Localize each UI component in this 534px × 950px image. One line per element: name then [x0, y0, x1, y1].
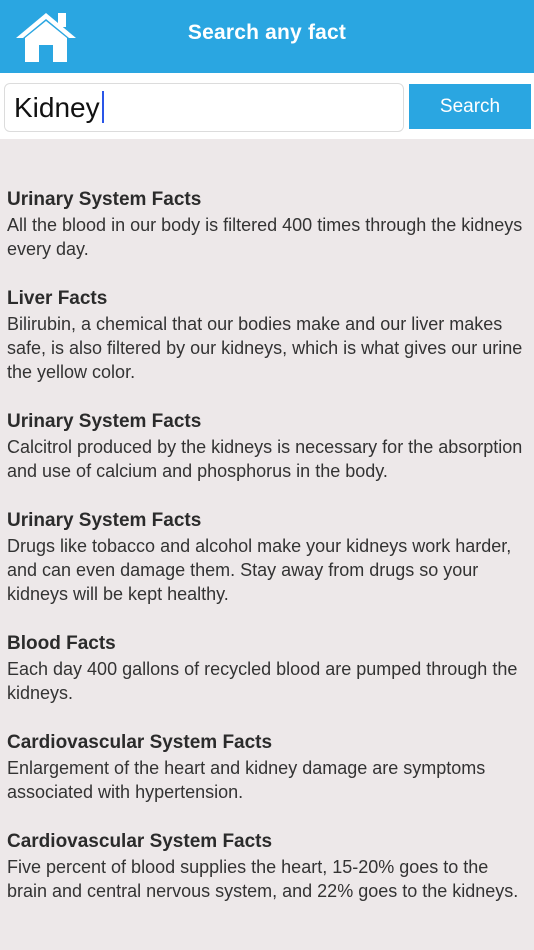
- home-button[interactable]: [14, 9, 78, 65]
- fact-item[interactable]: Cardiovascular System Facts Enlargement …: [7, 730, 527, 804]
- fact-item[interactable]: Cardiovascular System Facts Five percent…: [7, 829, 527, 903]
- fact-item[interactable]: Urinary System Facts Drugs like tobacco …: [7, 508, 527, 606]
- fact-text: Calcitrol produced by the kidneys is nec…: [7, 437, 523, 481]
- fact-title: Blood Facts: [7, 633, 116, 654]
- home-icon: [16, 13, 76, 62]
- page-title: Search any fact: [187, 21, 347, 44]
- fact-text: Drugs like tobacco and alcohol make your…: [7, 536, 512, 604]
- fact-text: All the blood in our body is filtered 40…: [7, 215, 523, 259]
- text-caret: [102, 91, 104, 123]
- search-bar: Search: [0, 73, 534, 139]
- fact-text: Five percent of blood supplies the heart…: [7, 857, 519, 901]
- results-list: Urinary System Facts All the blood in ou…: [7, 187, 527, 928]
- fact-title: Urinary System Facts: [7, 189, 202, 210]
- fact-text: Bilirubin, a chemical that our bodies ma…: [7, 314, 523, 382]
- search-input[interactable]: [4, 83, 404, 132]
- fact-item[interactable]: Urinary System Facts All the blood in ou…: [7, 187, 527, 261]
- fact-item[interactable]: Liver Facts Bilirubin, a chemical that o…: [7, 286, 527, 384]
- fact-item[interactable]: Blood Facts Each day 400 gallons of recy…: [7, 631, 527, 705]
- fact-title: Urinary System Facts: [7, 411, 202, 432]
- fact-item[interactable]: Urinary System Facts Calcitrol produced …: [7, 409, 527, 483]
- fact-text: Each day 400 gallons of recycled blood a…: [7, 659, 518, 703]
- fact-title: Liver Facts: [7, 288, 108, 309]
- search-button[interactable]: Search: [409, 84, 531, 129]
- fact-title: Urinary System Facts: [7, 510, 202, 531]
- fact-title: Cardiovascular System Facts: [7, 732, 273, 753]
- fact-title: Cardiovascular System Facts: [7, 831, 273, 852]
- app-header: Search any fact: [0, 0, 534, 73]
- fact-text: Enlargement of the heart and kidney dama…: [7, 758, 486, 802]
